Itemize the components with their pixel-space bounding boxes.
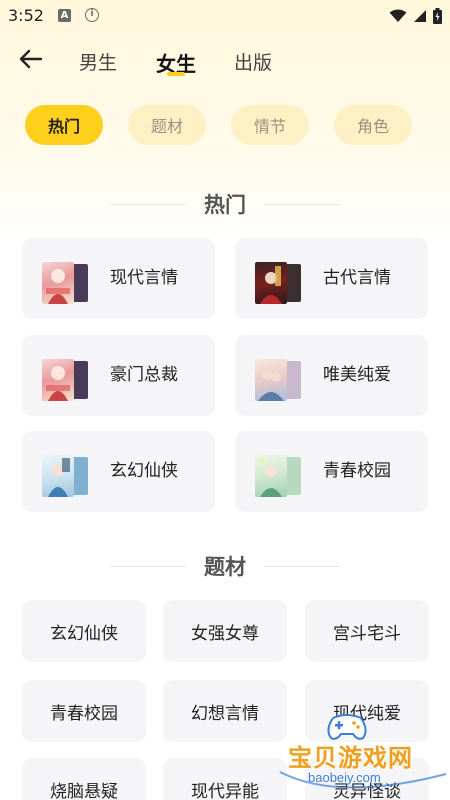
filter-chip-topic[interactable]: 题材 <box>128 105 206 145</box>
battery-icon <box>433 8 442 24</box>
book-cover-image <box>255 455 287 497</box>
hot-card-modern-romance[interactable]: 现代言情 <box>22 238 215 319</box>
topic-button[interactable]: 幻想言情 <box>163 680 287 742</box>
watermark-logo: 宝贝游戏网 baobeiy.com <box>270 710 450 800</box>
section-title-hot: 热门 <box>204 193 246 217</box>
notification-a-icon: A <box>58 9 71 22</box>
topic-button[interactable]: 烧脑悬疑 <box>22 758 146 800</box>
topic-button[interactable]: 玄幻仙侠 <box>22 600 146 662</box>
section-header-topic: 题材 <box>0 552 450 580</box>
topic-button[interactable]: 女强女尊 <box>163 600 287 662</box>
active-tab-indicator <box>167 72 185 76</box>
tab-publish[interactable]: 出版 <box>234 48 272 75</box>
divider <box>110 565 186 567</box>
divider <box>264 565 340 567</box>
hot-card-fantasy[interactable]: 玄幻仙侠 <box>22 431 215 512</box>
status-icons <box>389 6 442 26</box>
hot-card-pure-love[interactable]: 唯美纯爱 <box>235 335 428 416</box>
topic-button[interactable]: 现代异能 <box>163 758 287 800</box>
hot-card-label: 玄幻仙侠 <box>110 461 178 481</box>
wifi-icon <box>389 9 407 22</box>
filter-chip-role[interactable]: 角色 <box>334 105 412 145</box>
hot-card-label: 青春校园 <box>323 461 391 481</box>
book-cover-image <box>255 359 287 401</box>
filter-chip-plot[interactable]: 情节 <box>231 105 309 145</box>
watermark-url: baobeiy.com <box>308 770 381 785</box>
topic-button[interactable]: 宫斗宅斗 <box>305 600 429 662</box>
divider <box>264 203 340 205</box>
status-time: 3:52 <box>8 6 44 25</box>
hot-card-label: 唯美纯爱 <box>323 365 391 385</box>
hot-card-label: 古代言情 <box>323 268 391 288</box>
tab-boys[interactable]: 男生 <box>79 48 117 75</box>
hot-card-label: 现代言情 <box>110 268 178 288</box>
hot-card-label: 豪门总裁 <box>110 365 178 385</box>
hot-card-ceo[interactable]: 豪门总裁 <box>22 335 215 416</box>
divider <box>110 203 186 205</box>
topic-button[interactable]: 青春校园 <box>22 680 146 742</box>
section-header-hot: 热门 <box>0 190 450 218</box>
status-bar: 3:52 A i <box>0 0 450 32</box>
back-arrow-icon <box>19 49 43 69</box>
book-cover-image <box>42 455 74 497</box>
hot-card-ancient-romance[interactable]: 古代言情 <box>235 238 428 319</box>
book-cover-image <box>42 359 74 401</box>
filter-chip-hot[interactable]: 热门 <box>25 105 103 145</box>
book-cover-image <box>42 262 74 304</box>
watermark-title: 宝贝游戏网 <box>288 744 413 772</box>
notification-info-icon: i <box>85 8 99 22</box>
hot-card-campus[interactable]: 青春校园 <box>235 431 428 512</box>
signal-icon <box>414 10 426 22</box>
book-cover-image <box>255 262 287 304</box>
section-title-topic: 题材 <box>204 555 246 579</box>
back-button[interactable] <box>16 44 46 74</box>
